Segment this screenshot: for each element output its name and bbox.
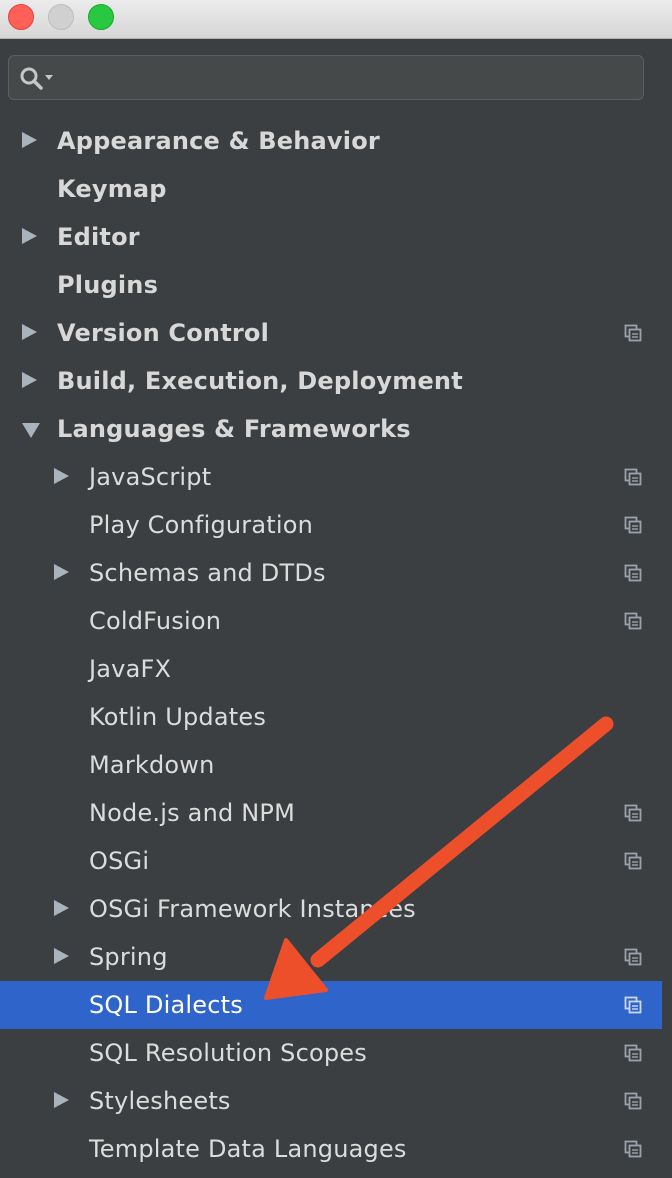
tree-item-play[interactable]: Play Configuration bbox=[0, 501, 662, 549]
tree-item-keymap[interactable]: Keymap bbox=[0, 165, 662, 213]
project-scope-icon bbox=[624, 852, 642, 870]
tree-item-coldfusion[interactable]: ColdFusion bbox=[0, 597, 662, 645]
tree-item-template-data[interactable]: Template Data Languages bbox=[0, 1125, 662, 1173]
tree-item-osgi-framework[interactable]: OSGi Framework Instances bbox=[0, 885, 662, 933]
tree-item-label: Version Control bbox=[57, 319, 270, 347]
tree-item-label: OSGi Framework Instances bbox=[89, 895, 416, 923]
expand-arrow-icon[interactable] bbox=[54, 1092, 69, 1108]
tree-item-javafx[interactable]: JavaFX bbox=[0, 645, 662, 693]
project-scope-icon bbox=[624, 804, 642, 822]
window-titlebar bbox=[0, 0, 672, 39]
tree-item-label: Schemas and DTDs bbox=[89, 559, 326, 587]
project-scope-icon bbox=[624, 1044, 642, 1062]
tree-item-label: Play Configuration bbox=[89, 511, 314, 539]
expand-arrow-icon[interactable] bbox=[54, 900, 69, 916]
tree-item-label: Markdown bbox=[89, 751, 215, 779]
tree-item-label: SQL Dialects bbox=[89, 991, 243, 1019]
tree-item-nodejs[interactable]: Node.js and NPM bbox=[0, 789, 662, 837]
tree-item-label: Build, Execution, Deployment bbox=[57, 367, 463, 395]
tree-item-kotlin[interactable]: Kotlin Updates bbox=[0, 693, 662, 741]
expand-arrow-icon[interactable] bbox=[22, 324, 37, 340]
tree-item-label: SQL Resolution Scopes bbox=[89, 1039, 367, 1067]
tree-item-label: Kotlin Updates bbox=[89, 703, 267, 731]
tree-item-label: Languages & Frameworks bbox=[57, 415, 411, 443]
tree-item-stylesheets[interactable]: Stylesheets bbox=[0, 1077, 662, 1125]
search-icon[interactable] bbox=[19, 66, 57, 92]
project-scope-icon bbox=[624, 1092, 642, 1110]
project-scope-icon bbox=[624, 996, 642, 1014]
zoom-window-button[interactable] bbox=[88, 4, 114, 30]
tree-item-label: Template Data Languages bbox=[89, 1135, 407, 1163]
project-scope-icon bbox=[624, 948, 642, 966]
tree-item-schemas[interactable]: Schemas and DTDs bbox=[0, 549, 662, 597]
expand-arrow-icon[interactable] bbox=[54, 468, 69, 484]
tree-item-sql-resolution[interactable]: SQL Resolution Scopes bbox=[0, 1029, 662, 1077]
tree-item-label: Plugins bbox=[57, 271, 159, 299]
tree-item-label: JavaScript bbox=[89, 463, 212, 491]
project-scope-icon bbox=[624, 564, 642, 582]
collapse-arrow-icon[interactable] bbox=[22, 423, 40, 438]
settings-tree[interactable]: Appearance & Behavior Keymap Editor Plugins… bbox=[0, 117, 662, 1173]
tree-item-label: Keymap bbox=[57, 175, 167, 203]
tree-item-spring[interactable]: Spring bbox=[0, 933, 662, 981]
tree-item-label: ColdFusion bbox=[89, 607, 222, 635]
settings-search-field[interactable] bbox=[8, 55, 644, 100]
tree-item-label: Stylesheets bbox=[89, 1087, 231, 1115]
project-scope-icon bbox=[624, 612, 642, 630]
search-input[interactable] bbox=[61, 62, 635, 96]
tree-item-sql-dialects[interactable]: SQL Dialects bbox=[0, 981, 662, 1029]
tree-item-label: Spring bbox=[89, 943, 168, 971]
tree-item-version-control[interactable]: Version Control bbox=[0, 309, 662, 357]
tree-item-javascript[interactable]: JavaScript bbox=[0, 453, 662, 501]
tree-item-osgi[interactable]: OSGi bbox=[0, 837, 662, 885]
expand-arrow-icon[interactable] bbox=[22, 228, 37, 244]
tree-item-label: Editor bbox=[57, 223, 140, 251]
minimize-window-button[interactable] bbox=[48, 4, 74, 30]
tree-item-label: Appearance & Behavior bbox=[57, 127, 380, 155]
project-scope-icon bbox=[624, 516, 642, 534]
tree-item-label: Node.js and NPM bbox=[89, 799, 295, 827]
tree-item-markdown[interactable]: Markdown bbox=[0, 741, 662, 789]
tree-item-plugins[interactable]: Plugins bbox=[0, 261, 662, 309]
close-window-button[interactable] bbox=[8, 4, 34, 30]
tree-item-build[interactable]: Build, Execution, Deployment bbox=[0, 357, 662, 405]
project-scope-icon bbox=[624, 468, 642, 486]
expand-arrow-icon[interactable] bbox=[22, 372, 37, 388]
expand-arrow-icon[interactable] bbox=[22, 132, 37, 148]
expand-arrow-icon[interactable] bbox=[54, 564, 69, 580]
tree-item-languages[interactable]: Languages & Frameworks bbox=[0, 405, 662, 453]
expand-arrow-icon[interactable] bbox=[54, 948, 69, 964]
tree-item-editor[interactable]: Editor bbox=[0, 213, 662, 261]
tree-item-label: JavaFX bbox=[89, 655, 172, 683]
project-scope-icon bbox=[624, 1140, 642, 1158]
tree-item-appearance[interactable]: Appearance & Behavior bbox=[0, 117, 662, 165]
tree-item-label: OSGi bbox=[89, 847, 150, 875]
project-scope-icon bbox=[624, 324, 642, 342]
